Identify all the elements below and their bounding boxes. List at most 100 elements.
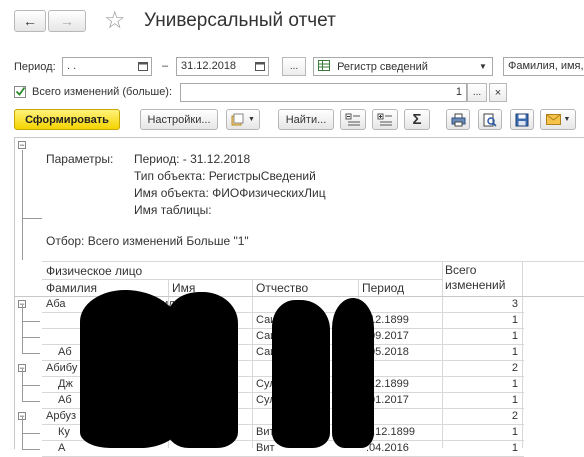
- envelope-icon: [545, 114, 561, 125]
- variant-button[interactable]: ▼: [226, 109, 260, 130]
- redaction-blot: [80, 290, 180, 448]
- outline-line: [22, 417, 23, 433]
- all-changes-clear-button[interactable]: ×: [489, 83, 507, 102]
- filter-line: Отбор: Всего изменений Больше "1": [46, 234, 249, 248]
- favorite-star-icon[interactable]: ☆: [104, 6, 126, 35]
- all-changes-input[interactable]: 1: [180, 83, 467, 102]
- print-button[interactable]: [446, 109, 470, 130]
- cell-total: 1: [511, 314, 518, 326]
- collapse-groups-button[interactable]: [340, 109, 366, 130]
- register-select-value: Регистр сведений: [337, 60, 428, 73]
- chevron-down-icon: ▼: [563, 116, 571, 123]
- outline-line: [22, 433, 23, 449]
- outline-line: [22, 353, 40, 354]
- header-total-line1: Всего: [445, 263, 477, 277]
- table-top-border: [42, 261, 584, 262]
- outline-line: [22, 337, 23, 353]
- redaction-blot: [168, 292, 238, 448]
- header-period: Период: [362, 281, 405, 295]
- cell-total: 1: [511, 394, 518, 406]
- cell-surname: Абибу: [46, 362, 78, 374]
- register-select[interactable]: Регистр сведений: [313, 57, 493, 76]
- register-dropdown-icon[interactable]: ▼: [476, 58, 490, 74]
- param-table-name: Имя таблицы:: [134, 203, 212, 217]
- param-period: Период: - 31.12.2018: [134, 152, 251, 166]
- period-label: Период:: [14, 61, 56, 73]
- outline-line: [22, 305, 23, 321]
- find-button[interactable]: Найти...: [278, 109, 334, 130]
- params-label: Параметры:: [46, 152, 114, 166]
- all-changes-checkbox[interactable]: [14, 86, 26, 98]
- cell-total: 1: [511, 330, 518, 342]
- generate-button[interactable]: Сформировать: [14, 109, 120, 130]
- sum-icon: Σ: [412, 111, 422, 128]
- arrow-right-icon: →: [60, 13, 74, 29]
- outline-line: [22, 433, 40, 434]
- header-mid-border: [42, 279, 442, 280]
- period-select-button[interactable]: ...: [282, 57, 306, 76]
- all-changes-value: 1: [455, 86, 462, 98]
- cell-total: 1: [511, 378, 518, 390]
- cell-surname: Аба: [46, 298, 66, 310]
- cell-surname: Арбуз: [46, 410, 77, 422]
- outline-collapse-toggle[interactable]: −: [18, 141, 26, 150]
- expand-groups-icon: [377, 113, 392, 125]
- calendar-from-icon[interactable]: [136, 58, 150, 74]
- header-person: Физическое лицо: [46, 264, 143, 278]
- back-button[interactable]: ←: [14, 10, 46, 32]
- cell-surname: Дж: [58, 378, 73, 390]
- period-dash: –: [162, 60, 169, 72]
- settings-button[interactable]: Настройки...: [140, 109, 218, 130]
- checkmark-icon: [15, 86, 26, 96]
- all-changes-label: Всего изменений (больше):: [32, 86, 173, 98]
- cell-total: 2: [511, 410, 518, 422]
- calendar-to-icon[interactable]: [253, 58, 267, 74]
- cell-total: 1: [511, 346, 518, 358]
- col-divider: [522, 261, 523, 448]
- outline-line: [22, 369, 23, 385]
- outline-line: [22, 218, 42, 219]
- expand-groups-button[interactable]: [372, 109, 398, 130]
- cell-total: 1: [511, 442, 518, 454]
- param-object-name: Имя объекта: ФИОФизическихЛиц: [134, 186, 326, 200]
- cell-period: .04.2016: [366, 442, 409, 454]
- arrow-left-icon: ←: [23, 13, 37, 29]
- send-email-button[interactable]: ▼: [540, 109, 576, 130]
- cell-patronymic: Вит: [256, 442, 275, 454]
- redaction-blot: [272, 300, 330, 448]
- header-surname: Фамилия: [46, 281, 97, 295]
- report-variant-icon: [231, 113, 244, 126]
- outline-line: [22, 321, 23, 337]
- collapse-groups-icon: [345, 113, 360, 125]
- save-button[interactable]: [510, 109, 534, 130]
- header-patronymic: Отчество: [256, 281, 309, 295]
- sum-button[interactable]: Σ: [404, 109, 430, 130]
- cell-surname: А: [58, 442, 66, 454]
- outline-line: [22, 150, 23, 260]
- floppy-disk-icon: [515, 113, 529, 126]
- chevron-down-icon: ▼: [248, 116, 255, 123]
- cell-surname: Ку: [58, 426, 70, 438]
- outline-line: [22, 449, 40, 450]
- cell-total: 3: [511, 298, 518, 310]
- cell-total: 1: [511, 426, 518, 438]
- outline-line: [22, 401, 40, 402]
- col-divider: [252, 279, 253, 448]
- header-total: Всего изменений: [445, 263, 505, 293]
- table-icon: [318, 60, 330, 74]
- cell-surname: Аб: [58, 394, 72, 406]
- forward-button[interactable]: →: [48, 10, 86, 32]
- col-divider: [442, 261, 443, 448]
- redaction-blot: [332, 298, 374, 448]
- param-object-type: Тип объекта: РегистрыСведений: [134, 169, 316, 183]
- outline-line: [22, 385, 23, 401]
- print-preview-icon: [483, 113, 497, 127]
- outline-line: [22, 321, 40, 322]
- preview-button[interactable]: [478, 109, 502, 130]
- outline-line: [22, 385, 40, 386]
- printer-icon: [451, 113, 465, 126]
- all-changes-select-button[interactable]: ...: [467, 83, 487, 102]
- header-total-line2: изменений: [445, 278, 506, 292]
- page-title: Универсальный отчет: [144, 10, 336, 31]
- fields-select[interactable]: Фамилия, имя,: [503, 57, 584, 76]
